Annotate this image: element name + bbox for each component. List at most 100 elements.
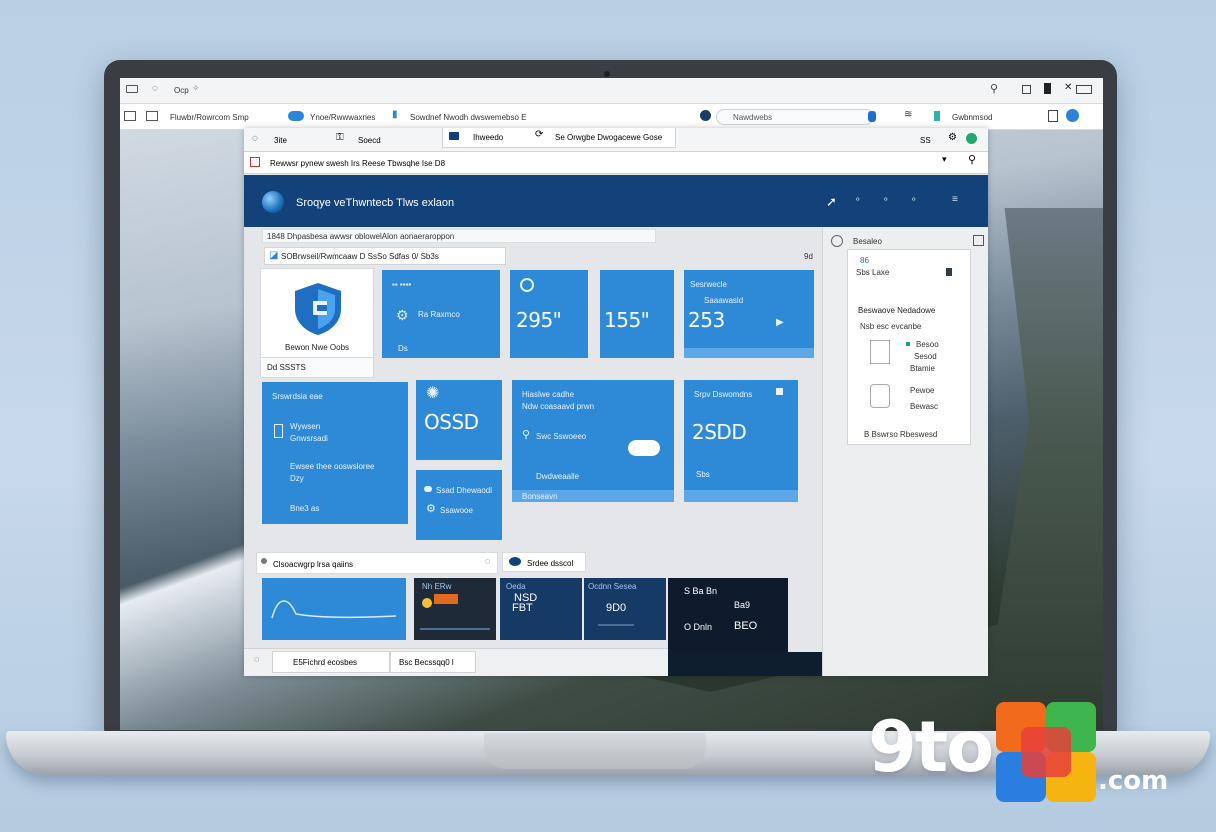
- shield-icon: [295, 283, 341, 335]
- chevron-down-icon[interactable]: ▾: [942, 155, 947, 164]
- filter-pill[interactable]: Srdee dsscol: [502, 552, 586, 572]
- cloud-icon-large: [628, 440, 660, 456]
- stats-row-3: O Dnln: [684, 622, 713, 632]
- path-text[interactable]: Rewwsr pynew swesh Irs Reese Tbwsqhe Ise…: [270, 159, 445, 168]
- panel-section2: Nsb esc evcanbe: [860, 322, 922, 331]
- search-strip-text: 1848 Dhpasbesa awwsr oblowelAlon aonaera…: [267, 232, 455, 241]
- panel-toggle-icon[interactable]: [831, 235, 843, 247]
- page-icon: [250, 157, 260, 167]
- feature-card-label: Bewon Nwe Oobs: [285, 343, 350, 352]
- extension-icon[interactable]: [868, 111, 876, 122]
- tile-details[interactable]: Srswrdsia eae Wywsen Gnwsrsadi Ewsee the…: [262, 382, 408, 524]
- panel-calendar-icon[interactable]: [973, 235, 984, 246]
- sparkline-card[interactable]: [262, 578, 406, 640]
- tile-count[interactable]: ✺ OSSD: [416, 380, 502, 460]
- help-icon[interactable]: ⚬: [882, 195, 890, 204]
- breadcrumb[interactable]: ◪ SOBrwseil/Rwmcaaw D SsSo Sdfas 0/ Sb3s: [264, 247, 506, 265]
- logo-mark: [996, 702, 1096, 802]
- link-icon[interactable]: ⚲: [990, 84, 998, 95]
- shield-small-icon: ✧: [192, 83, 200, 93]
- wallpaper-ridge: [980, 208, 1103, 730]
- profile-avatar[interactable]: [1066, 109, 1079, 122]
- tile-metric-2[interactable]: 155": [600, 270, 674, 358]
- back-icon[interactable]: ◌: [252, 134, 258, 144]
- tile-small-line2: Ssawooe: [440, 506, 473, 515]
- settings-icon[interactable]: ⚙: [948, 133, 957, 143]
- window-icon[interactable]: [126, 85, 138, 93]
- app-header: Sroqye veThwntecb Tlws exlaon ➚ ⚬ ⚬ ⚬ ≡: [244, 175, 988, 227]
- tab-favicon: [449, 132, 459, 140]
- panel-sub: 86: [860, 256, 869, 265]
- account-label[interactable]: Gwbnmsod: [952, 113, 992, 122]
- panel-footer: B Bswrso Rbeswesd: [864, 430, 938, 439]
- bell-icon[interactable]: ⚬: [854, 195, 862, 204]
- chart-card-3-label: Ocdnn Sesea: [588, 582, 637, 591]
- footer-icon[interactable]: ◌: [254, 655, 259, 664]
- pen-icon[interactable]: ➚: [826, 195, 837, 208]
- tabs-icon[interactable]: [146, 111, 158, 121]
- expand-icon[interactable]: [776, 388, 783, 395]
- address-text: Nawdwebs: [733, 113, 773, 122]
- tile-details-line3: Gnwsrsadi: [290, 434, 328, 443]
- copy-icon[interactable]: [1048, 110, 1058, 122]
- filter-search-icon[interactable]: ◌: [485, 557, 490, 566]
- active-tab[interactable]: Ihweedo ⟳ Se Orwgbe Dwogacewe Gose: [442, 128, 676, 148]
- tile-count-value: OSSD: [424, 410, 479, 434]
- tile-weather-line3: Swc Sswoeeo: [536, 432, 587, 441]
- feature-card[interactable]: Bewon Nwe Oobs Dd SSSTS: [260, 268, 374, 378]
- browser-title-bar: ◌ Ocp ✧ ⚲ ✕: [120, 78, 1103, 104]
- book-icon[interactable]: [1044, 83, 1051, 94]
- refresh-icon[interactable]: ⟳: [535, 130, 543, 140]
- chart-card-2[interactable]: Oeda NSD FBT: [500, 578, 582, 640]
- app-title: Sroqye veThwntecb Tlws exlaon: [296, 197, 455, 209]
- tile-summary-value: 2SDD: [692, 420, 747, 444]
- chart-card-1[interactable]: Nh ERw: [414, 578, 496, 640]
- tile-overview[interactable]: ▪▪ ▪▪▪▪ ⚙ Ra Raxmco Ds: [382, 270, 500, 358]
- panel-sub2: Sbs Laxe: [856, 268, 890, 277]
- tile-summary-sub: Sbs: [696, 470, 710, 479]
- filter-bar[interactable]: Clsoacwgrp lrsa qaiins ◌: [256, 552, 498, 574]
- play-icon[interactable]: ▶: [776, 318, 784, 328]
- tile-metric-1[interactable]: 295": [510, 270, 588, 358]
- tile-small[interactable]: Ssad Dhewaodl ⚙ Ssawooe: [416, 470, 502, 540]
- tile-weather[interactable]: Hiaslwe cadhe Ndw coasaavd prwn ⚲ Swc Ss…: [512, 380, 674, 502]
- highlight-bar: [434, 594, 458, 604]
- chart-card-3[interactable]: Ocdnn Sesea 9D0: [584, 578, 666, 640]
- user-icon[interactable]: ⚬: [910, 195, 918, 204]
- window-controls-icon[interactable]: [1076, 85, 1092, 94]
- search-strip[interactable]: 1848 Dhpasbesa awwsr oblowelAlon aonaera…: [262, 229, 656, 243]
- cloud-small-icon: [424, 486, 432, 492]
- circle-icon[interactable]: ◌: [152, 84, 158, 94]
- stats-row-2: Ba9: [734, 600, 751, 610]
- cloud-icon: [288, 111, 304, 121]
- tab-second[interactable]: Soecd: [358, 136, 381, 145]
- chart-card-3-value: 9D0: [606, 602, 627, 614]
- menu-icon[interactable]: ≡: [952, 195, 958, 205]
- sidebar-toggle-icon[interactable]: [124, 111, 136, 121]
- wifi-icon[interactable]: ≋: [904, 110, 912, 120]
- right-panel-card[interactable]: 86 Sbs Laxe Beswaove Nedadowe Nsb esc ev…: [847, 249, 971, 445]
- filter-dot-icon: [261, 558, 267, 564]
- footer-tab-1-label: E5Fichrd ecosbes: [293, 658, 358, 667]
- search-icon[interactable]: ⚲: [968, 155, 976, 166]
- address-input[interactable]: Nawdwebs: [716, 109, 874, 125]
- close-icon[interactable]: ✕: [1064, 83, 1072, 93]
- tab-site[interactable]: 3ite: [274, 136, 287, 145]
- tab-1[interactable]: Fluwbr/Rowrcom Smp: [170, 113, 249, 122]
- tab-3[interactable]: Sowdnef Nwodh dwswemebso E: [410, 113, 527, 122]
- tile-small-label: Ssad Dhewaodl: [436, 486, 493, 495]
- tile-weather-label: Hiaslwe cadhe: [522, 390, 575, 399]
- active-tab-title: Se Orwgbe Dwogacewe Gose: [555, 133, 663, 142]
- tab-2[interactable]: Ynoe/Rwwwaxnes: [310, 113, 375, 122]
- panel-row-1: Besoo: [916, 340, 939, 349]
- tile-metric-3[interactable]: Sesrwecle Saaawasld 253 ▶: [684, 270, 814, 358]
- footer-tab-2-label: Bsc Becssqq0 l: [399, 658, 454, 667]
- breadcrumb-icon: ◪: [269, 250, 279, 261]
- chart-card-1-axis: [420, 628, 490, 630]
- coin-icon: [422, 598, 432, 608]
- maximize-icon[interactable]: [1022, 85, 1031, 94]
- filter-label: Clsoacwgrp lrsa qaiins: [273, 560, 354, 569]
- footer-tab-2[interactable]: Bsc Becssqq0 l: [390, 651, 476, 673]
- footer-tab-1[interactable]: E5Fichrd ecosbes: [272, 651, 390, 673]
- tile-summary[interactable]: Srpv Dswomdns 2SDD Sbs: [684, 380, 798, 502]
